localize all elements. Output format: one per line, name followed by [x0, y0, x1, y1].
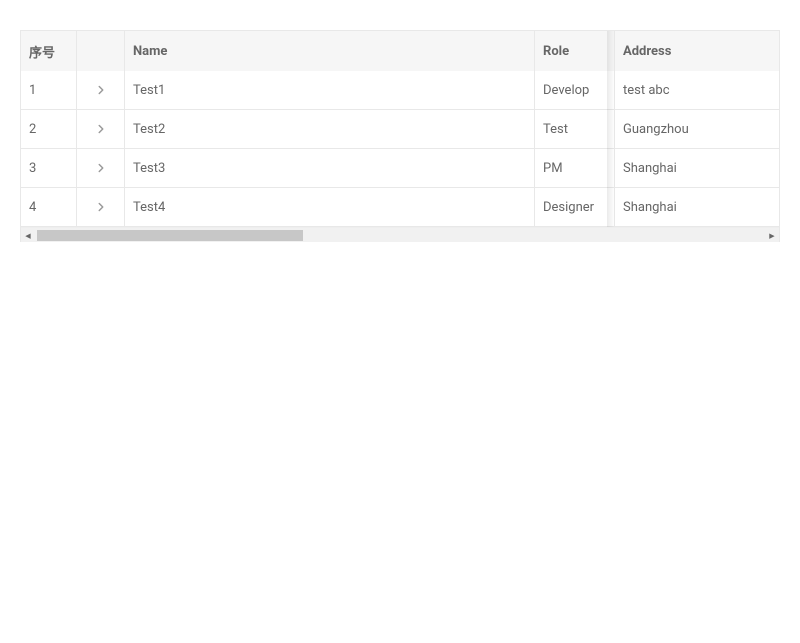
table-row[interactable]: 2 Test2 Test Guangzhou	[21, 110, 779, 149]
cell-text: Designer	[543, 200, 594, 215]
cell-text: Test	[543, 122, 568, 137]
cell-index: 4	[21, 188, 77, 226]
chevron-right-icon	[94, 83, 108, 97]
cell-text: 1	[29, 83, 36, 98]
column-header-label: Role	[543, 44, 569, 59]
cell-address: Shanghai	[615, 149, 779, 187]
cell-role: PM	[535, 149, 615, 187]
cell-text: Test2	[133, 122, 165, 137]
column-header-role[interactable]: Role	[535, 31, 615, 71]
cell-role: Develop	[535, 71, 615, 109]
table-row[interactable]: 3 Test3 PM Shanghai	[21, 149, 779, 188]
scroll-left-arrow-icon[interactable]: ◀	[21, 228, 35, 242]
cell-index: 2	[21, 110, 77, 148]
cell-expand[interactable]	[77, 149, 125, 187]
column-header-expand	[77, 31, 125, 71]
table-body: 1 Test1 Develop test abc 2	[21, 71, 779, 227]
scroll-right-arrow-icon[interactable]: ▶	[765, 228, 779, 242]
cell-name: Test2	[125, 110, 535, 148]
chevron-right-icon	[94, 161, 108, 175]
column-header-address[interactable]: Address	[615, 31, 779, 71]
cell-text: test abc	[623, 83, 670, 98]
chevron-right-icon	[94, 122, 108, 136]
cell-role: Test	[535, 110, 615, 148]
scrollbar-thumb[interactable]	[37, 230, 303, 241]
cell-text: 4	[29, 200, 36, 215]
table-header-row: 序号 Name Role Address	[21, 31, 779, 71]
column-header-index[interactable]: 序号	[21, 31, 77, 71]
cell-text: Test1	[133, 83, 165, 98]
table-row[interactable]: 1 Test1 Develop test abc	[21, 71, 779, 110]
cell-address: Shanghai	[615, 188, 779, 226]
column-header-label: Address	[623, 44, 671, 59]
cell-text: Develop	[543, 83, 589, 98]
cell-text: Test4	[133, 200, 165, 215]
cell-text: 3	[29, 161, 36, 176]
cell-expand[interactable]	[77, 71, 125, 109]
cell-name: Test1	[125, 71, 535, 109]
cell-index: 1	[21, 71, 77, 109]
cell-text: PM	[543, 161, 563, 176]
cell-name: Test4	[125, 188, 535, 226]
cell-expand[interactable]	[77, 110, 125, 148]
cell-address: test abc	[615, 71, 779, 109]
cell-name: Test3	[125, 149, 535, 187]
cell-text: Guangzhou	[623, 122, 689, 137]
cell-index: 3	[21, 149, 77, 187]
table-row[interactable]: 4 Test4 Designer Shanghai	[21, 188, 779, 227]
cell-text: 2	[29, 122, 36, 137]
horizontal-scrollbar[interactable]: ◀ ▶	[21, 227, 779, 242]
cell-text: Shanghai	[623, 161, 677, 176]
column-header-name[interactable]: Name	[125, 31, 535, 71]
cell-role: Designer	[535, 188, 615, 226]
chevron-right-icon	[94, 200, 108, 214]
cell-text: Shanghai	[623, 200, 677, 215]
column-header-label: 序号	[29, 42, 55, 61]
cell-expand[interactable]	[77, 188, 125, 226]
cell-text: Test3	[133, 161, 165, 176]
data-table: 序号 Name Role Address 1 Test1 Develop tes	[20, 30, 780, 242]
cell-address: Guangzhou	[615, 110, 779, 148]
column-header-label: Name	[133, 44, 167, 59]
